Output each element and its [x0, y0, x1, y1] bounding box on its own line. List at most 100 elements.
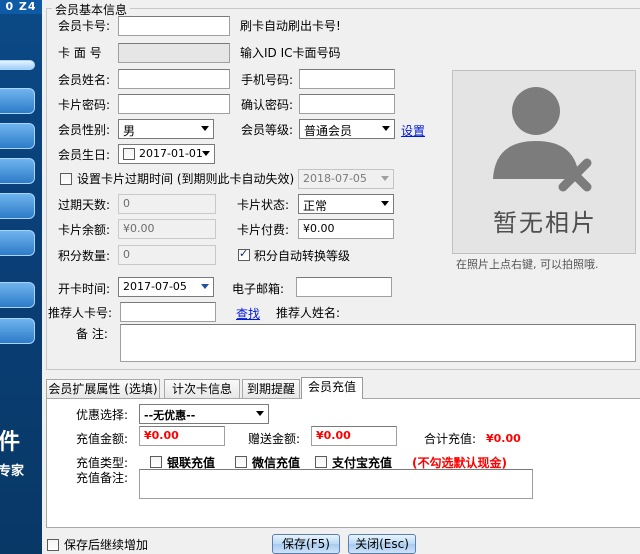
birthday-checkbox[interactable] — [123, 148, 135, 160]
auto-level-label: 积分自动转换等级 — [254, 249, 351, 263]
member-name-input[interactable] — [118, 69, 230, 89]
expire-check-label: 设置卡片过期时间 (到期则此卡自动失效) — [77, 172, 295, 186]
alipay-checkbox[interactable] — [315, 456, 327, 468]
balance-input[interactable]: ¥0.00 — [118, 219, 216, 239]
expire-checkbox[interactable] — [60, 173, 72, 185]
amount-label: 充值金额: — [76, 432, 129, 446]
recharge-remark-textarea[interactable] — [139, 469, 533, 499]
calendar-dropdown-icon — [201, 284, 209, 289]
wechat-checkbox[interactable] — [235, 456, 247, 468]
card-fee-input[interactable]: ¥0.00 — [298, 219, 394, 239]
card-face-input[interactable] — [118, 43, 230, 63]
tab-expiry-reminder[interactable]: 到期提醒 — [242, 379, 300, 399]
chevron-down-icon — [381, 201, 389, 206]
gender-select-value: 男 — [123, 124, 136, 138]
gender-select[interactable]: 男 — [118, 119, 214, 139]
sidebar-nav-button[interactable] — [0, 123, 35, 149]
birthday-label: 会员生日: — [58, 148, 111, 162]
balance-label: 卡片余额: — [58, 223, 111, 237]
lookup-link[interactable]: 查找 — [236, 305, 260, 322]
expire-days-label: 过期天数: — [58, 198, 111, 212]
card-no-input[interactable] — [118, 16, 230, 36]
unionpay-label: 银联充值 — [167, 456, 216, 470]
card-status-label: 卡片状态: — [237, 198, 290, 212]
sidebar-sub-text: 专家 — [0, 464, 25, 479]
level-label: 会员等级: — [241, 123, 294, 137]
continue-add-checkbox[interactable] — [47, 539, 59, 551]
member-name-label: 会员姓名: — [58, 73, 111, 87]
alipay-label: 支付宝充值 — [332, 456, 393, 470]
unionpay-checkbox[interactable] — [150, 456, 162, 468]
gender-label: 会员性别: — [58, 123, 111, 137]
remark-textarea[interactable] — [120, 324, 636, 362]
close-button[interactable]: 关闭(Esc) — [348, 534, 416, 554]
open-date-label: 开卡时间: — [58, 282, 111, 296]
total-value: ¥0.00 — [486, 432, 521, 445]
auto-level-checkbox[interactable] — [238, 247, 250, 261]
sidebar-nav-button[interactable] — [0, 282, 35, 308]
referrer-name-label: 推荐人姓名: — [276, 306, 341, 320]
photo-hint: 在照片上点右键, 可以拍照哦. — [456, 258, 599, 271]
expire-date-picker[interactable]: 2018-07-05 — [298, 169, 394, 189]
card-no-hint: 刷卡自动刷出卡号! — [240, 19, 341, 33]
email-label: 电子邮箱: — [232, 282, 285, 296]
level-select[interactable]: 普通会员 — [299, 119, 395, 139]
email-input[interactable] — [296, 277, 392, 297]
discount-value: --无优惠-- — [144, 409, 196, 422]
card-status-value: 正常 — [303, 199, 328, 213]
chevron-down-icon — [381, 176, 389, 181]
phone-input[interactable] — [299, 69, 395, 89]
recharge-type-label: 充值类型: — [76, 456, 129, 470]
card-face-hint: 输入ID IC卡面号码 — [240, 46, 341, 60]
sidebar-nav-button[interactable] — [0, 88, 35, 114]
tab-member-recharge[interactable]: 会员充值 — [301, 377, 363, 399]
sidebar-logo-text: 件 — [0, 430, 21, 455]
wechat-label: 微信充值 — [252, 456, 301, 470]
card-face-label: 卡 面 号 — [58, 46, 102, 60]
total-label: 合计充值: — [424, 432, 477, 446]
card-status-select[interactable]: 正常 — [298, 194, 394, 214]
phone-label: 手机号码: — [241, 73, 294, 87]
referrer-card-input[interactable] — [120, 302, 216, 322]
expire-days-input[interactable]: 0 — [118, 194, 216, 214]
birthday-picker[interactable]: 2017-01-01 — [118, 144, 215, 164]
open-date-value: 2017-07-05 — [123, 280, 187, 293]
recharge-remark-label: 充值备注: — [76, 471, 129, 485]
sidebar-nav-button[interactable] — [0, 318, 35, 344]
gift-label: 赠送金额: — [248, 432, 301, 446]
gift-input[interactable]: ¥0.00 — [311, 426, 397, 446]
chevron-down-icon — [201, 126, 209, 131]
tab-extended-attributes[interactable]: 会员扩展属性 (选填) — [46, 379, 160, 399]
amount-input[interactable]: ¥0.00 — [139, 426, 225, 446]
expire-date-value: 2018-07-05 — [303, 172, 367, 185]
chevron-down-icon — [202, 151, 210, 156]
member-photo[interactable]: 暂无相片 — [452, 70, 636, 254]
card-password-input[interactable] — [118, 94, 230, 114]
save-button[interactable]: 保存(F5) — [272, 534, 340, 554]
level-setting-link[interactable]: 设置 — [401, 122, 425, 139]
confirm-password-label: 确认密码: — [241, 98, 294, 112]
birthday-value: 2017-01-01 — [139, 147, 203, 160]
sidebar-top-text: 0 Z4 — [0, 0, 42, 14]
referrer-card-label: 推荐人卡号: — [48, 306, 113, 320]
sidebar-nav-button[interactable] — [0, 60, 35, 70]
tab-count-card-info[interactable]: 计次卡信息 — [164, 379, 240, 399]
sidebar-nav-button[interactable] — [0, 230, 35, 256]
points-input[interactable]: 0 — [118, 245, 216, 265]
sidebar-nav-button[interactable] — [0, 158, 35, 184]
cash-default-note: (不勾选默认现金) — [412, 456, 507, 470]
sidebar-nav-button[interactable] — [0, 193, 35, 219]
discount-label: 优惠选择: — [76, 408, 129, 422]
chevron-down-icon — [256, 411, 264, 416]
card-fee-label: 卡片付费: — [237, 223, 290, 237]
points-label: 积分数量: — [58, 249, 111, 263]
level-select-value: 普通会员 — [304, 124, 353, 138]
discount-select[interactable]: --无优惠-- — [139, 404, 269, 424]
app-sidebar-strip: 0 Z4 件 专家 — [0, 0, 42, 554]
open-date-picker[interactable]: 2017-07-05 — [118, 277, 214, 297]
confirm-password-input[interactable] — [299, 94, 395, 114]
remark-label: 备 注: — [76, 327, 108, 341]
photo-caption: 暂无相片 — [493, 209, 597, 237]
card-password-label: 卡片密码: — [58, 98, 111, 112]
continue-add-label: 保存后继续增加 — [64, 538, 149, 552]
